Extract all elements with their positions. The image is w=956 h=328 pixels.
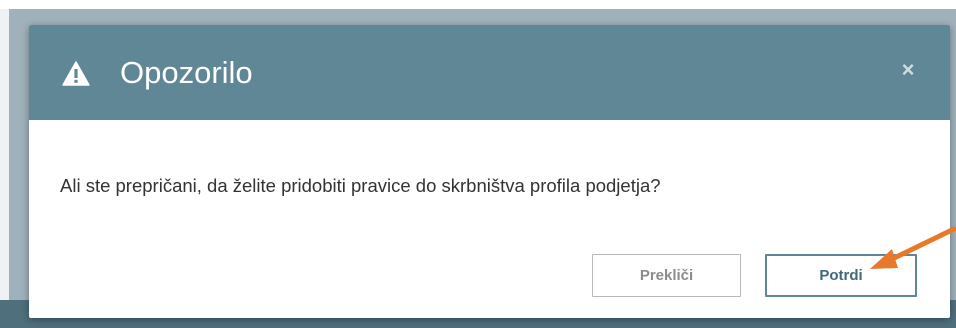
dialog-message: Ali ste prepričani, da želite pridobiti … — [60, 175, 661, 196]
warning-dialog: Opozorilo × Ali ste prepričani, da želit… — [29, 25, 950, 318]
dialog-title: Opozorilo — [120, 55, 253, 90]
warning-icon — [62, 61, 90, 86]
page-top-strip — [0, 0, 956, 9]
page-left-edge — [0, 9, 9, 328]
annotation-arrow — [870, 226, 956, 269]
cancel-button[interactable]: Prekliči — [592, 254, 741, 297]
close-icon[interactable]: × — [897, 59, 919, 81]
dialog-header: Opozorilo × — [29, 25, 950, 120]
